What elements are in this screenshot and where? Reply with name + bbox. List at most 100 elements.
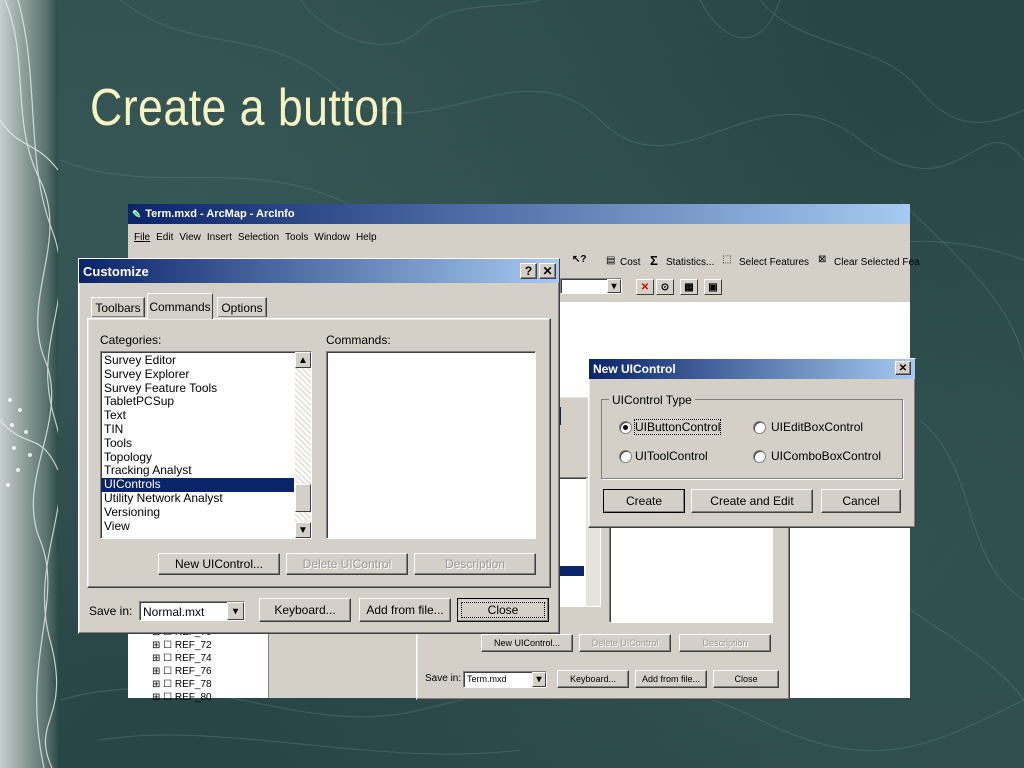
- bg-keyboard-button[interactable]: Keyboard...: [557, 670, 629, 688]
- list-item[interactable]: Tools: [104, 436, 294, 451]
- categories-scrollbar[interactable]: ▲ ▼: [295, 352, 311, 538]
- close-button[interactable]: Close: [457, 598, 549, 622]
- create-and-edit-button[interactable]: Create and Edit: [691, 489, 813, 513]
- customize-title: Customize: [83, 263, 149, 279]
- menu-file[interactable]: File: [134, 232, 150, 243]
- select-features-button[interactable]: Select Features: [739, 257, 809, 268]
- tab-commands[interactable]: Commands: [147, 293, 213, 319]
- commands-list[interactable]: [326, 351, 536, 539]
- clear-selected-button[interactable]: Clear Selected Fea: [834, 257, 920, 268]
- categories-list[interactable]: Survey Editor Survey Explorer Survey Fea…: [100, 351, 312, 539]
- chevron-down-icon[interactable]: ▾: [227, 602, 244, 620]
- chevron-down-icon[interactable]: ▾: [532, 672, 546, 687]
- radio-uibuttoncontrol[interactable]: [619, 421, 632, 434]
- list-item[interactable]: Survey Feature Tools: [104, 381, 294, 396]
- categories-label: Categories:: [100, 333, 162, 347]
- target-dropdown[interactable]: ▾: [560, 278, 622, 294]
- bg-close-button[interactable]: Close: [713, 670, 779, 688]
- scroll-down-icon[interactable]: ▼: [295, 522, 311, 538]
- arcmap-window-title: Term.mxd - ArcMap - ArcInfo: [145, 208, 295, 220]
- bg-new-uicontrol-button[interactable]: New UIControl...: [481, 634, 573, 652]
- list-item[interactable]: Survey Explorer: [104, 367, 294, 382]
- tab-toolbars[interactable]: Toolbars: [91, 297, 145, 317]
- close-icon[interactable]: ✕: [895, 361, 911, 375]
- chevron-down-icon[interactable]: ▾: [607, 279, 621, 293]
- radio-uieditboxcontrol[interactable]: [753, 421, 766, 434]
- list-item-selected[interactable]: UIControls: [101, 477, 294, 492]
- delete-uicontrol-button[interactable]: Delete UIControl: [286, 553, 408, 575]
- toc-layer-list: ⊞ ☐ REF_70 ⊞ ☐ REF_72 ⊞ ☐ REF_74 ⊞ ☐ REF…: [152, 626, 212, 704]
- statistics-button[interactable]: Statistics...: [666, 257, 714, 268]
- menu-edit[interactable]: Edit: [156, 232, 173, 243]
- list-item[interactable]: ⊞ ☐ REF_76: [152, 665, 212, 678]
- list-item[interactable]: TabletPCSup: [104, 395, 294, 409]
- bg-save-in-dropdown[interactable]: Term.mxd ▾: [463, 671, 547, 688]
- menu-window[interactable]: Window: [314, 232, 350, 243]
- menu-insert[interactable]: Insert: [207, 232, 232, 243]
- clear-selection-icon[interactable]: ⊠: [818, 254, 826, 265]
- new-uicontrol-dialog: New UIControl ✕ UIControl Type UIButtonC…: [588, 358, 916, 528]
- list-item[interactable]: Topology: [104, 450, 294, 465]
- select-features-icon[interactable]: ⬚: [722, 254, 731, 265]
- uicomboboxcontrol-label[interactable]: UIComboBoxControl: [771, 449, 881, 463]
- new-uicontrol-button[interactable]: New UIControl...: [158, 553, 280, 575]
- list-item[interactable]: Survey Editor: [104, 353, 294, 368]
- commands-tab-panel: Categories: Commands: Survey Editor Surv…: [87, 318, 551, 588]
- arcmap-toolbar: ↖? ▤ Cost Σ Statistics... ⬚ Select Featu…: [560, 252, 920, 274]
- list-item[interactable]: TIN: [104, 422, 294, 437]
- arcmap-titlebar: ✎ Term.mxd - ArcMap - ArcInfo: [128, 204, 910, 224]
- uicontrol-type-label: UIControl Type: [609, 393, 695, 407]
- list-item[interactable]: ⊞ ☐ REF_72: [152, 639, 212, 652]
- attributes-icon[interactable]: ▦: [680, 279, 698, 295]
- close-icon[interactable]: ✕: [539, 263, 556, 279]
- list-item[interactable]: Text: [104, 408, 294, 423]
- help-button[interactable]: ?: [520, 263, 537, 279]
- save-in-label: Save in:: [89, 604, 133, 618]
- uitoolcontrol-label[interactable]: UIToolControl: [635, 449, 708, 463]
- scroll-up-icon[interactable]: ▲: [295, 352, 311, 368]
- tab-options[interactable]: Options: [217, 297, 267, 317]
- list-item[interactable]: ⊞ ☐ REF_80: [152, 691, 212, 704]
- rotate-tool-icon[interactable]: ⊙: [656, 279, 674, 295]
- keyboard-button[interactable]: Keyboard...: [259, 598, 351, 622]
- new-uicontrol-title: New UIControl: [593, 362, 676, 376]
- description-button[interactable]: Description: [414, 553, 536, 575]
- menu-view[interactable]: View: [179, 232, 201, 243]
- menu-bar: File Edit View Insert Selection Tools Wi…: [134, 232, 377, 243]
- list-item[interactable]: Utility Network Analyst: [104, 491, 294, 506]
- sigma-icon[interactable]: Σ: [650, 253, 658, 268]
- scroll-thumb[interactable]: [295, 484, 311, 512]
- bg-description-button[interactable]: Description: [679, 634, 771, 652]
- whats-this-icon[interactable]: ↖?: [572, 254, 587, 265]
- slide-title: Create a button: [90, 79, 405, 137]
- radio-uicomboboxcontrol[interactable]: [753, 450, 766, 463]
- menu-tools[interactable]: Tools: [285, 232, 308, 243]
- list-item[interactable]: ⊞ ☐ REF_78: [152, 678, 212, 691]
- toc-divider: [268, 624, 315, 698]
- arcmap-logo-icon: ✎: [132, 208, 142, 221]
- list-item[interactable]: ⊞ ☐ REF_74: [152, 652, 212, 665]
- bg-delete-uicontrol-button[interactable]: Delete UIControl: [579, 634, 671, 652]
- add-from-file-button[interactable]: Add from file...: [359, 598, 451, 622]
- list-item[interactable]: View: [104, 519, 294, 534]
- bg-add-from-file-button[interactable]: Add from file...: [635, 670, 707, 688]
- cancel-button[interactable]: Cancel: [821, 489, 901, 513]
- menu-help[interactable]: Help: [356, 232, 377, 243]
- list-item[interactable]: Versioning: [104, 505, 294, 520]
- radio-uitoolcontrol[interactable]: [619, 450, 632, 463]
- menu-selection[interactable]: Selection: [238, 232, 279, 243]
- uibuttoncontrol-label[interactable]: UIButtonControl: [633, 419, 722, 435]
- list-item[interactable]: Tracking Analyst: [104, 464, 294, 478]
- save-in-value: Normal.mxt: [143, 605, 205, 619]
- commands-label: Commands:: [326, 333, 391, 347]
- uieditboxcontrol-label[interactable]: UIEditBoxControl: [771, 420, 863, 434]
- cost-icon[interactable]: ▤: [606, 255, 615, 266]
- create-button[interactable]: Create: [603, 489, 685, 513]
- table-of-contents: ⊞ ☐ REF_70 ⊞ ☐ REF_72 ⊞ ☐ REF_74 ⊞ ☐ REF…: [128, 624, 268, 703]
- sketch-tool-icon[interactable]: ✕: [636, 279, 654, 295]
- categories-items: Survey Editor Survey Explorer Survey Fea…: [101, 353, 294, 534]
- uicontrol-type-group: [601, 399, 903, 479]
- cost-button[interactable]: Cost: [620, 257, 641, 268]
- sketch-properties-icon[interactable]: ▣: [704, 279, 722, 295]
- save-in-dropdown[interactable]: Normal.mxt ▾: [139, 601, 245, 621]
